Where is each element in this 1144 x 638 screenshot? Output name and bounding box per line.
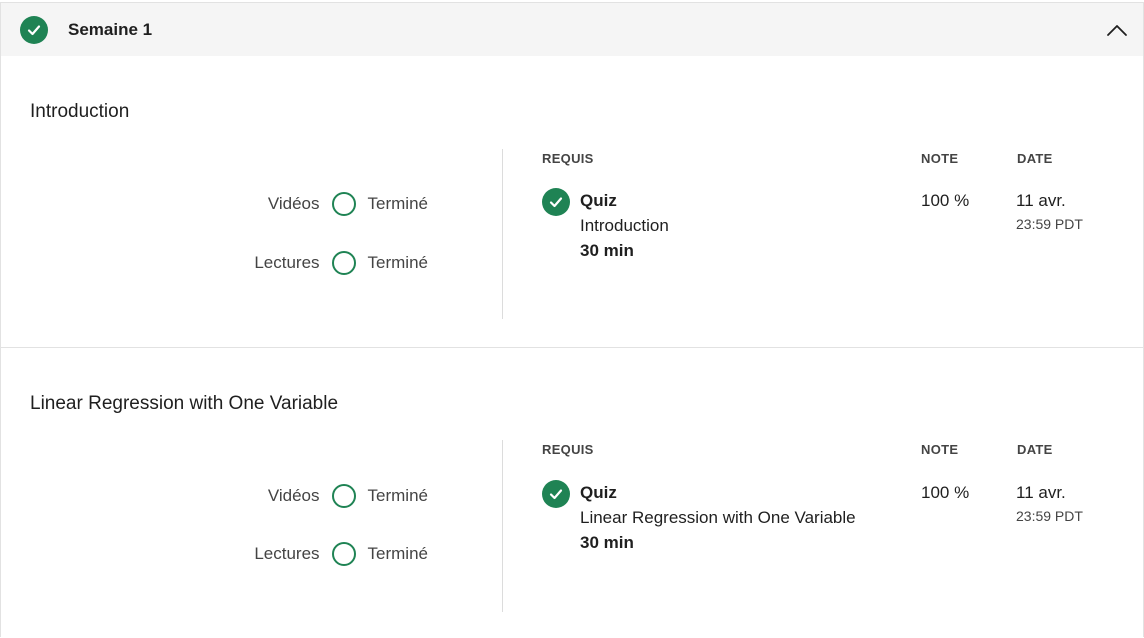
header-required: REQUIS — [542, 151, 594, 166]
progress-videos: Vidéos Terminé — [268, 483, 428, 509]
column-divider — [502, 440, 503, 612]
progress-videos: Vidéos Terminé — [268, 191, 428, 217]
item-date: 11 avr. — [1016, 483, 1066, 502]
item-type[interactable]: Quiz — [580, 483, 617, 503]
lesson-block: Linear Regression with One Variable Vidé… — [1, 348, 1143, 638]
circle-icon — [331, 251, 356, 275]
progress-label: Vidéos — [267, 194, 320, 213]
header-grade: NOTE — [921, 442, 959, 457]
header-date: DATE — [1017, 151, 1053, 166]
progress-readings: Lectures Terminé — [254, 250, 428, 276]
progress-label: Vidéos — [267, 486, 320, 505]
column-divider — [502, 149, 503, 319]
progress-status: Terminé — [367, 486, 428, 505]
lesson-title: Linear Regression with One Variable — [30, 393, 339, 414]
progress-label: Lectures — [254, 544, 320, 563]
week-title: Semaine 1 — [68, 20, 153, 39]
item-time: 23:59 PDT — [1016, 216, 1083, 232]
item-type[interactable]: Quiz — [580, 191, 617, 211]
check-circle-icon — [20, 16, 48, 44]
check-circle-icon — [542, 188, 570, 216]
header-required: REQUIS — [542, 442, 594, 457]
item-duration: 30 min — [580, 241, 634, 260]
circle-icon — [331, 192, 356, 216]
check-circle-icon — [542, 480, 570, 508]
item-grade: 100 % — [921, 191, 970, 210]
item-date: 11 avr. — [1016, 191, 1066, 210]
progress-status: Terminé — [367, 544, 428, 563]
header-date: DATE — [1017, 442, 1053, 457]
week-header[interactable]: Semaine 1 — [1, 3, 1143, 56]
item-grade: 100 % — [921, 483, 970, 502]
circle-icon — [331, 484, 356, 508]
chevron-up-icon[interactable] — [1105, 20, 1129, 40]
item-name[interactable]: Linear Regression with One Variable — [580, 508, 856, 528]
lesson-title: Introduction — [30, 101, 130, 122]
circle-icon — [331, 542, 356, 566]
progress-label: Lectures — [254, 253, 320, 272]
progress-status: Terminé — [367, 253, 428, 272]
progress-readings: Lectures Terminé — [254, 541, 428, 567]
progress-status: Terminé — [367, 194, 428, 213]
item-name[interactable]: Introduction — [580, 216, 669, 236]
week-section: Semaine 1 Introduction Vidéos Terminé Le… — [0, 2, 1144, 637]
item-time: 23:59 PDT — [1016, 508, 1083, 524]
lesson-block: Introduction Vidéos Terminé Lectures Ter… — [1, 56, 1143, 347]
header-grade: NOTE — [921, 151, 959, 166]
item-duration: 30 min — [580, 533, 634, 552]
